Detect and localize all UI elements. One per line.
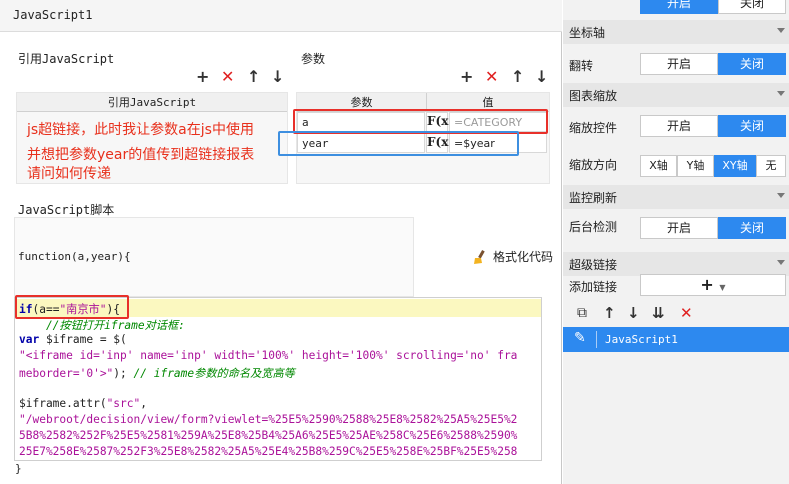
format-code-button[interactable]: 格式化代码 bbox=[472, 248, 553, 265]
zoom-x-button[interactable]: X轴 bbox=[640, 155, 677, 177]
zoom-control-label: 缩放控件 bbox=[569, 121, 618, 135]
plus-icon: + bbox=[700, 275, 714, 294]
toggle-off-button[interactable]: 关闭 bbox=[718, 0, 786, 14]
chevron-down-icon bbox=[777, 193, 785, 198]
code-line: "<iframe id='inp' name='inp' width='100%… bbox=[19, 349, 518, 362]
function-signature-area: function(a,year){ bbox=[14, 217, 414, 297]
add-link-dropdown[interactable]: + ▼ bbox=[640, 274, 786, 296]
code-editor[interactable]: if(a=="南京市"){ //按钮打开iframe对话框: var $ifra… bbox=[14, 297, 542, 461]
chevron-down-icon bbox=[777, 91, 785, 96]
code-line: 5B8%2582%252F%25E5%2581%259A%25E8%25B4%2… bbox=[19, 429, 518, 442]
params-label: 参数 bbox=[301, 52, 326, 66]
backend-check-label: 后台检测 bbox=[569, 220, 618, 234]
param-move-up-icon[interactable]: ↑ bbox=[511, 69, 524, 85]
move-down-icon[interactable]: ↓ bbox=[627, 304, 640, 322]
highlight-box-red bbox=[15, 295, 129, 319]
copy-icon[interactable]: ⧉ bbox=[577, 305, 587, 321]
link-toolbar: ⧉ ↑ ↓ ⇊ ✕ bbox=[563, 301, 789, 326]
highlight-box-blue bbox=[278, 131, 519, 156]
toggle-on-button[interactable]: 开启 bbox=[640, 0, 718, 14]
chevron-down-icon bbox=[777, 260, 785, 265]
add-link-label: 添加链接 bbox=[569, 280, 618, 294]
ref-js-label: 引用JavaScript bbox=[18, 52, 115, 66]
dialog-title-bar: JavaScript1 bbox=[0, 0, 562, 32]
code-line: //按钮打开iframe对话框: bbox=[19, 319, 185, 332]
zoom-y-button[interactable]: Y轴 bbox=[677, 155, 714, 177]
ref-js-column-header: 引用JavaScript bbox=[17, 93, 287, 112]
axis-section-header[interactable]: 坐标轴 bbox=[563, 20, 789, 44]
flip-off-button[interactable]: 关闭 bbox=[718, 53, 786, 75]
code-line: $iframe.attr("src", bbox=[19, 397, 147, 410]
annotation-line: 并想把参数year的值传到超链接报表 bbox=[27, 147, 255, 163]
zoom-direction-label: 缩放方向 bbox=[569, 158, 618, 172]
code-line: 25E7%258E%2587%252F3%25E8%2582%25A5%25E4… bbox=[19, 445, 518, 458]
flip-on-button[interactable]: 开启 bbox=[640, 53, 718, 75]
flip-label: 翻转 bbox=[569, 59, 594, 73]
move-up-icon[interactable]: ↑ bbox=[247, 69, 260, 85]
zoom-section-header[interactable]: 图表缩放 bbox=[563, 83, 789, 107]
edit-icon[interactable]: ✎ bbox=[574, 330, 586, 346]
zoom-xy-button[interactable]: XY轴 bbox=[714, 155, 756, 177]
closing-brace: } bbox=[15, 462, 22, 475]
zoom-control-off-button[interactable]: 关闭 bbox=[718, 115, 786, 137]
dialog-title: JavaScript1 bbox=[13, 8, 93, 22]
param-move-down-icon[interactable]: ↓ bbox=[535, 69, 548, 85]
code-line: "/webroot/decision/view/form?viewlet=%25… bbox=[19, 413, 518, 426]
code-line: meborder='0'>"); // iframe参数的命名及宽高等 bbox=[19, 367, 295, 380]
add-icon[interactable]: + bbox=[196, 69, 209, 85]
format-code-label: 格式化代码 bbox=[493, 250, 554, 264]
move-down-icon[interactable]: ↓ bbox=[271, 69, 284, 85]
param-add-icon[interactable]: + bbox=[460, 69, 473, 85]
param-delete-icon[interactable]: ✕ bbox=[485, 69, 498, 85]
move-up-icon[interactable]: ↑ bbox=[603, 304, 616, 322]
settings-panel: 开启 关闭 坐标轴 翻转 开启 关闭 图表缩放 缩放控件 开启 关闭 缩放方向 … bbox=[563, 0, 789, 484]
script-label: JavaScript脚本 bbox=[18, 203, 115, 217]
delete-icon[interactable]: ✕ bbox=[221, 69, 234, 85]
annotation-line: 请问如何传递 bbox=[27, 166, 111, 182]
chevron-down-icon: ▼ bbox=[719, 283, 726, 292]
zoom-none-button[interactable]: 无 bbox=[756, 155, 786, 177]
hyperlink-section-header[interactable]: 超级链接 bbox=[563, 252, 789, 276]
hyperlink-dialog: JavaScript1 引用JavaScript + ✕ ↑ ↓ 引用JavaS… bbox=[0, 0, 562, 484]
zoom-control-on-button[interactable]: 开启 bbox=[640, 115, 718, 137]
annotation-line: js超链接，此时我让参数a在js中使用 bbox=[27, 122, 254, 138]
chevron-down-icon bbox=[777, 28, 785, 33]
delete-icon[interactable]: ✕ bbox=[680, 304, 693, 322]
brush-icon bbox=[474, 249, 485, 264]
monitor-section-header[interactable]: 监控刷新 bbox=[563, 185, 789, 209]
function-signature: function(a,year){ bbox=[18, 250, 131, 263]
code-line: var $iframe = $( bbox=[19, 333, 127, 346]
link-list-item[interactable]: ✎ JavaScript1 bbox=[563, 327, 789, 352]
link-item-label: JavaScript1 bbox=[605, 333, 678, 346]
backend-off-button[interactable]: 关闭 bbox=[718, 217, 786, 239]
move-bottom-icon[interactable]: ⇊ bbox=[652, 304, 665, 322]
top-toggle-row: 开启 关闭 bbox=[563, 0, 789, 14]
backend-on-button[interactable]: 开启 bbox=[640, 217, 718, 239]
